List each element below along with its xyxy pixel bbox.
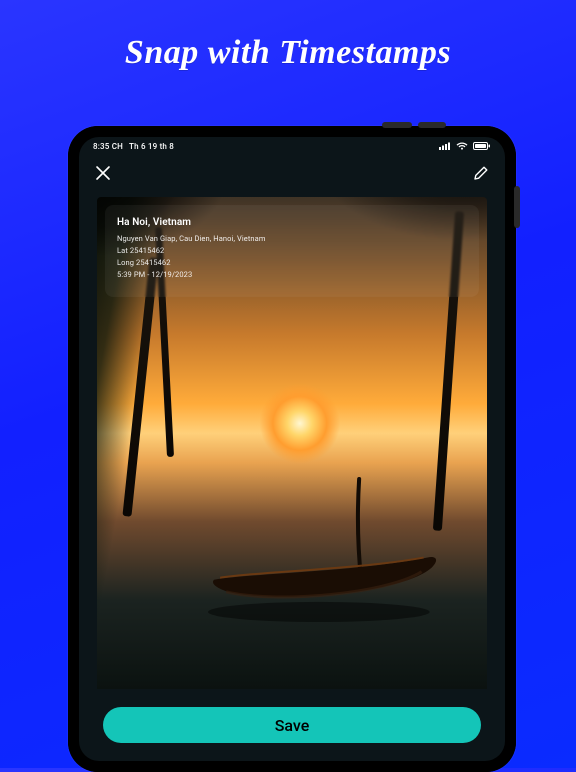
signal-icon bbox=[439, 142, 451, 150]
timestamp-overlay[interactable]: Ha Noi, Vietnam Nguyen Van Giap, Cau Die… bbox=[105, 205, 479, 297]
stamp-lat: Lat 25415462 bbox=[117, 245, 467, 257]
save-button-label: Save bbox=[275, 716, 310, 735]
stamp-datetime: 5:39 PM - 12/19/2023 bbox=[117, 269, 467, 281]
battery-icon bbox=[473, 142, 491, 150]
screen: 8:35 CH Th 6 19 th 8 bbox=[79, 137, 505, 761]
page-title: Snap with Timestamps bbox=[125, 34, 451, 72]
tablet-frame: 8:35 CH Th 6 19 th 8 bbox=[68, 126, 516, 772]
photo-preview[interactable]: Ha Noi, Vietnam Nguyen Van Giap, Cau Die… bbox=[97, 197, 487, 689]
stamp-address: Nguyen Van Giap, Cau Dien, Hanoi, Vietna… bbox=[117, 233, 467, 245]
edit-button[interactable] bbox=[473, 165, 489, 181]
stamp-long: Long 25415462 bbox=[117, 257, 467, 269]
save-button[interactable]: Save bbox=[103, 707, 481, 743]
bottom-bar: Save bbox=[79, 689, 505, 761]
photo-area: Ha Noi, Vietnam Nguyen Van Giap, Cau Die… bbox=[79, 191, 505, 689]
status-bar: 8:35 CH Th 6 19 th 8 bbox=[79, 137, 505, 155]
status-date: Th 6 19 th 8 bbox=[129, 142, 174, 151]
status-time: 8:35 CH bbox=[93, 142, 123, 151]
decoration bbox=[206, 453, 448, 640]
device-button-decoration bbox=[514, 186, 520, 228]
stamp-location: Ha Noi, Vietnam bbox=[117, 215, 467, 231]
wifi-icon bbox=[456, 142, 468, 150]
toolbar bbox=[79, 155, 505, 191]
device-button-decoration bbox=[418, 122, 446, 128]
device-button-decoration bbox=[382, 122, 412, 128]
close-button[interactable] bbox=[95, 165, 111, 181]
